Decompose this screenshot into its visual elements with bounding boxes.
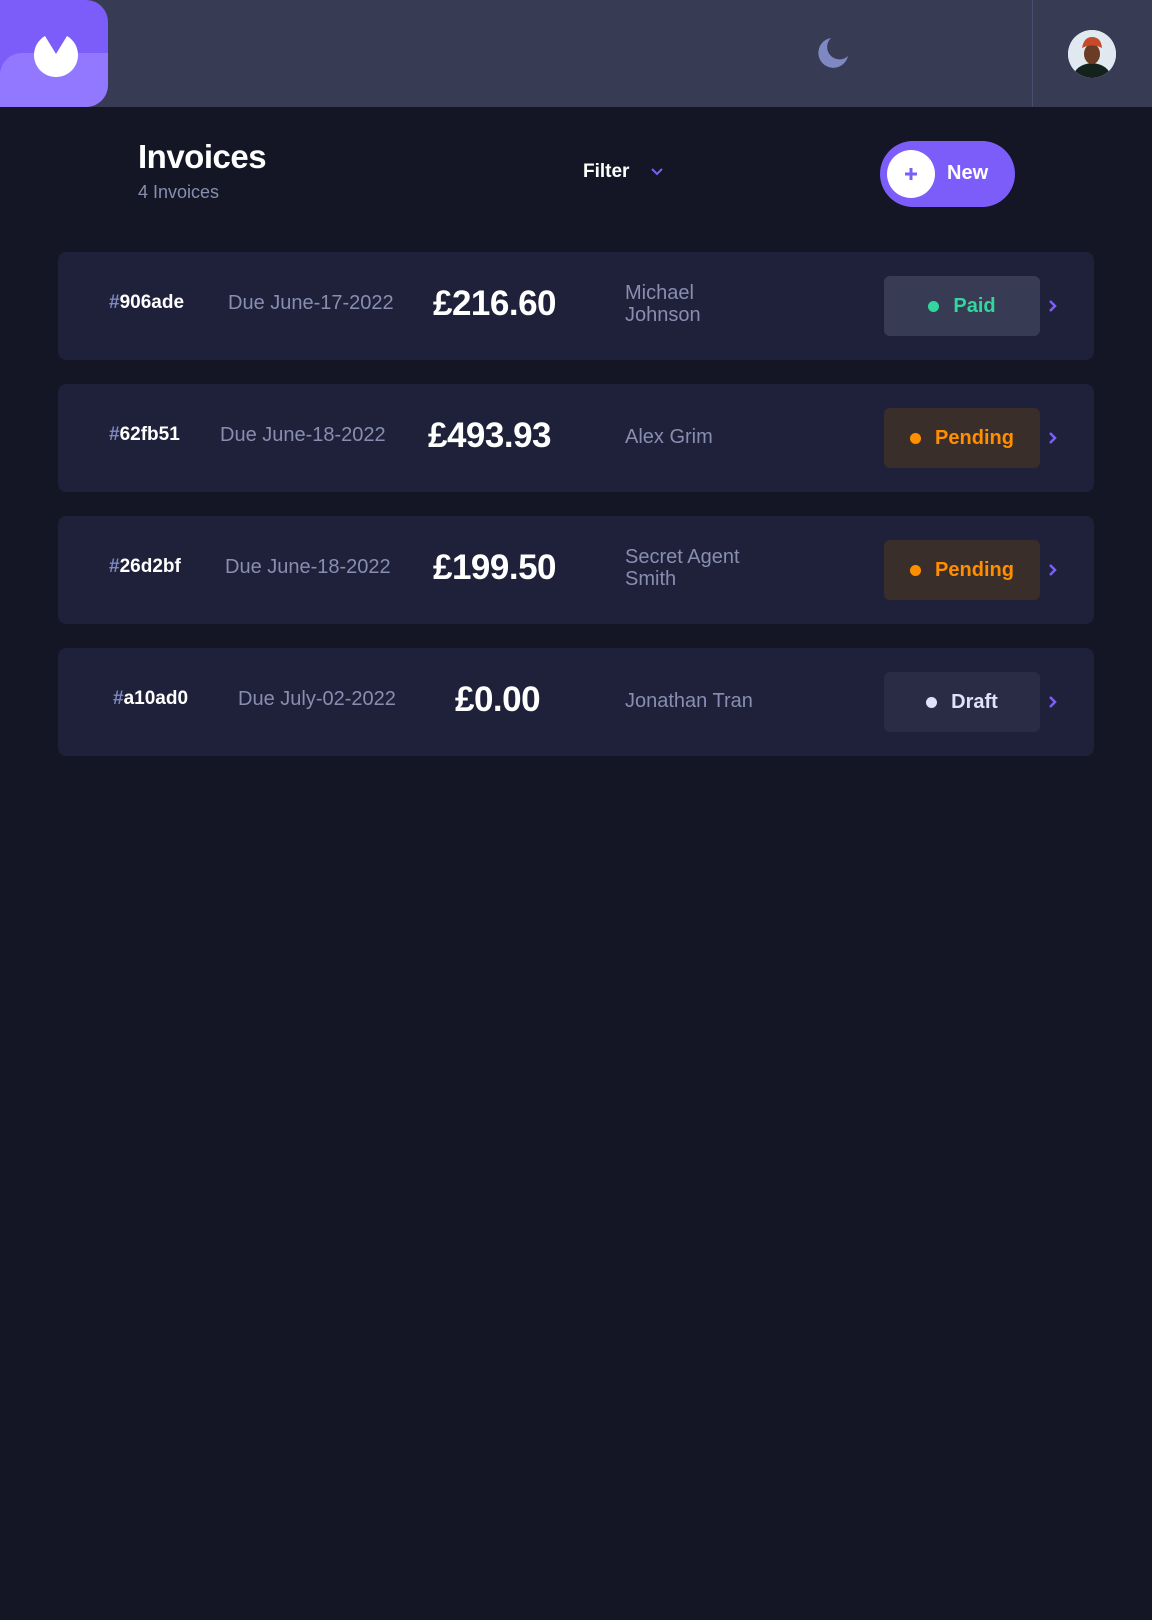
plus-circle [887,150,935,198]
chevron-down-icon [651,168,664,176]
invoice-due-date: Due July-02-2022 [238,688,396,710]
chevron-right-icon[interactable] [1048,299,1058,313]
status-dot [910,432,922,444]
chevron-right-icon[interactable] [1048,563,1058,577]
invoice-row[interactable]: #62fb51 Due June-18-2022 £493.93 Alex Gr… [58,384,1094,492]
invoice-row[interactable]: #26d2bf Due June-18-2022 £199.50 Secret … [58,516,1094,624]
status-label: Paid [953,294,996,317]
invoice-id-value: 62fb51 [119,424,180,445]
filter-dropdown[interactable]: Filter [583,160,664,184]
invoice-id-hash: # [109,556,120,577]
invoice-due-date: Due June-17-2022 [228,292,394,314]
invoice-row[interactable]: #a10ad0 Due July-02-2022 £0.00 Jonathan … [58,648,1094,756]
invoice-id: #906ade [109,292,184,314]
invoice-id-value: 906ade [119,292,185,313]
status-badge: Pending [884,540,1040,600]
avatar-icon [1068,30,1116,78]
invoice-client: Alex Grim [625,426,713,448]
page-title: Invoices [138,138,267,175]
invoice-client: Secret Agent Smith [625,546,740,590]
moon-icon[interactable] [816,36,850,70]
user-avatar[interactable] [1068,30,1116,78]
status-badge: Paid [884,276,1040,336]
status-label: Pending [935,426,1014,449]
invoice-id-hash: # [109,424,120,445]
brand-logo[interactable] [0,0,108,107]
invoice-id: #a10ad0 [113,688,188,710]
invoice-id: #26d2bf [109,556,181,578]
invoice-amount: £493.93 [428,416,552,455]
invoice-id: #62fb51 [109,424,180,446]
top-bar [0,0,1152,107]
invoice-amount: £199.50 [433,548,557,587]
status-dot [928,300,940,312]
invoice-client: Michael Johnson [625,282,701,326]
invoice-amount: £0.00 [455,680,541,719]
invoice-id-hash: # [109,292,120,313]
invoice-client: Jonathan Tran [625,690,753,712]
chevron-right-icon[interactable] [1048,695,1058,709]
chevron-right-icon[interactable] [1048,431,1058,445]
new-invoice-button[interactable]: New [880,141,1015,207]
invoice-count: 4 Invoices [138,182,220,202]
invoice-due-date: Due June-18-2022 [220,424,386,446]
invoice-amount: £216.60 [433,284,557,323]
invoice-id-value: 26d2bf [119,556,181,577]
new-button-label: New [947,162,989,184]
status-badge: Pending [884,408,1040,468]
invoice-id-hash: # [113,688,124,709]
status-dot [910,564,922,576]
invoice-due-date: Due June-18-2022 [225,556,391,578]
brand-logo-icon [34,36,78,78]
status-label: Draft [951,690,998,713]
top-bar-divider [1032,0,1033,107]
status-badge: Draft [884,672,1040,732]
status-dot [926,696,938,708]
status-label: Pending [935,558,1014,581]
invoice-id-value: a10ad0 [123,688,189,709]
invoice-row[interactable]: #906ade Due June-17-2022 £216.60 Michael… [58,252,1094,360]
plus-icon [905,168,917,180]
filter-label: Filter [583,161,630,182]
